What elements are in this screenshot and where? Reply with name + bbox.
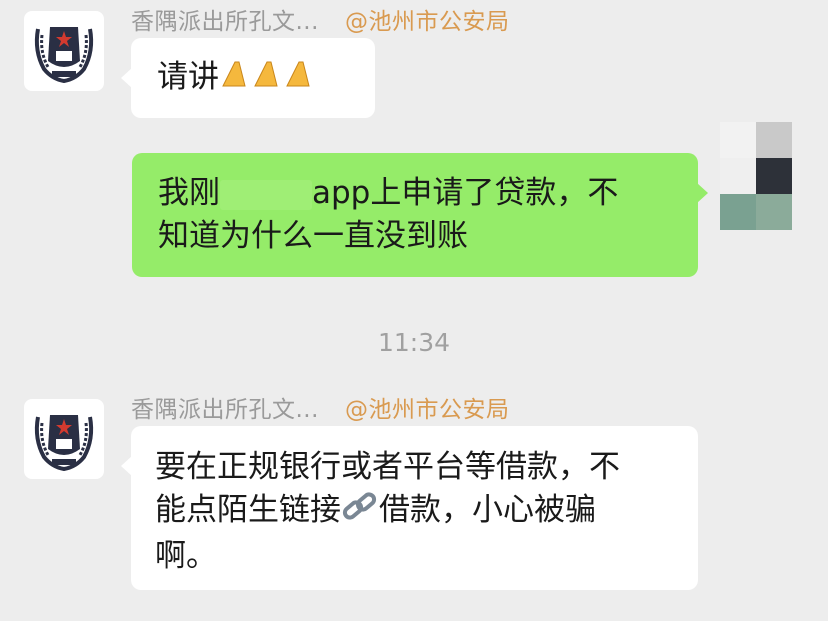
message-line-2: 能点陌生链接 借款，小心被骗 [155, 489, 674, 535]
pixelated-avatar[interactable] [720, 122, 792, 230]
mention-tag[interactable]: @池州市公安局 [345, 397, 510, 423]
outgoing-message-bubble[interactable]: 我刚 app上申请了贷款，不 知道为什么一直没到账 [132, 153, 708, 277]
police-badge-avatar-icon [34, 27, 94, 84]
sender-line: 香隅派出所孔文... @池州市公安局 [131, 390, 509, 424]
sender-line: 香隅派出所孔文... @池州市公安局 [131, 2, 509, 36]
folded-hands-icon [219, 56, 315, 102]
message-line-3: 啊。 [155, 538, 217, 574]
message-line-1: 要在正规银行或者平台等借款，不 [155, 449, 620, 485]
incoming-message-bubble[interactable]: 请讲 [121, 38, 375, 118]
message-line-1: 我刚 app上申请了贷款，不 [158, 172, 672, 215]
sender-name: 香隅派出所孔文... [131, 9, 319, 35]
message-text-suffix: app上申请了贷款，不 [312, 175, 619, 211]
link-icon [341, 491, 379, 535]
police-avatar[interactable] [24, 11, 104, 91]
message-text: 请讲 [157, 59, 219, 95]
message-line-2: 知道为什么一直没到账 [158, 218, 468, 254]
timestamp: 11:34 [377, 328, 451, 357]
message-text-prefix: 我刚 [158, 175, 220, 211]
police-badge-avatar-icon [34, 415, 94, 472]
incoming-message-bubble[interactable]: 要在正规银行或者平台等借款，不 能点陌生链接 借款，小心被骗 啊。 [121, 426, 698, 590]
redacted-app-name [220, 179, 312, 210]
message-text: 能点陌生链接 [155, 492, 341, 528]
sender-name: 香隅派出所孔文... [131, 397, 319, 423]
mention-tag[interactable]: @池州市公安局 [345, 9, 510, 35]
message-text: 借款，小心被骗 [379, 492, 596, 528]
police-avatar[interactable] [24, 399, 104, 479]
